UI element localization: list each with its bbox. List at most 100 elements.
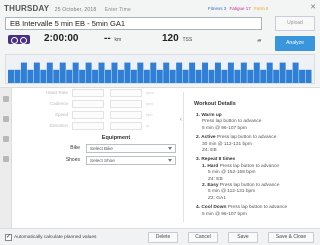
upload-button[interactable]: Upload <box>275 16 315 31</box>
step-title: 2. Active <box>196 135 216 141</box>
workout-bar <box>279 62 286 83</box>
metric-row-heart-rate: Heart Rate bpm <box>40 89 180 99</box>
metric-label: Cadence <box>49 101 68 106</box>
footer-bar: Automatically calculate planned values D… <box>0 228 320 245</box>
tss-field[interactable]: 120 TSS <box>162 33 192 44</box>
workout-bar <box>189 62 196 83</box>
tag-tab-icon[interactable] <box>3 156 9 162</box>
workout-bar <box>169 69 176 83</box>
workout-bar <box>176 62 183 83</box>
workout-bar <box>27 69 34 83</box>
save-button[interactable]: Save <box>228 232 258 243</box>
metric-row-elevation: Elevation m <box>40 122 180 132</box>
metric-row-cadence: Cadence rpm <box>40 100 180 110</box>
workout-bar <box>98 62 105 83</box>
workout-bar <box>8 69 14 83</box>
workout-bar <box>286 69 293 83</box>
comments-tab-icon[interactable] <box>3 116 9 122</box>
form-value: Form 0 <box>254 6 269 11</box>
workout-bar <box>208 69 215 83</box>
workout-title-input[interactable]: EB Intervalle 5 min EB - 5min GA1 <box>5 17 262 30</box>
comment-icon[interactable]: ▰ <box>257 37 262 44</box>
tss-value: 120 <box>162 33 179 44</box>
metric-completed-input[interactable] <box>110 89 142 97</box>
workout-bar <box>163 62 170 83</box>
chevron-down-icon <box>168 159 172 162</box>
workout-bar <box>46 62 53 83</box>
panel-divider[interactable] <box>183 92 184 222</box>
chevron-down-icon <box>168 147 172 150</box>
metric-unit: bpm <box>146 90 154 95</box>
metric-completed-input[interactable] <box>110 100 142 108</box>
close-icon[interactable]: ✕ <box>310 3 316 11</box>
metric-completed-input[interactable] <box>110 111 142 119</box>
auto-calc-label: Automatically calculate planned values <box>14 235 97 240</box>
distance-field[interactable]: -- km <box>104 33 121 44</box>
workout-bar <box>33 62 40 83</box>
save-close-button[interactable]: Save & Close <box>268 232 314 243</box>
step-line: Z4: EB <box>202 148 217 154</box>
workout-bar <box>156 69 163 83</box>
duration-value[interactable]: 2:00:00 <box>44 33 78 44</box>
workout-bar <box>247 69 254 83</box>
metric-planned-input[interactable] <box>72 111 104 119</box>
workout-bar <box>299 69 306 83</box>
bike-label: Bike <box>70 145 80 151</box>
metric-row-speed: Speed kph <box>40 111 180 121</box>
auto-calc-checkbox[interactable] <box>5 233 12 241</box>
substep-title: 1. Hard <box>202 163 219 169</box>
workout-bar <box>53 69 60 83</box>
workout-bar <box>111 62 118 83</box>
workout-bar <box>234 69 241 83</box>
tss-unit: TSS <box>182 37 193 43</box>
metric-unit: rpm <box>146 101 153 106</box>
workout-bar <box>221 69 228 83</box>
metric-unit: kph <box>146 112 153 117</box>
workout-bar <box>253 62 260 83</box>
analyze-button[interactable]: Analyze <box>275 36 315 51</box>
shoes-label: Shoes <box>65 157 80 163</box>
enter-time-link[interactable]: Enter Time <box>105 7 131 13</box>
step-line: 5 min @ 96-107 bpm <box>202 125 247 131</box>
metric-completed-input[interactable] <box>110 122 142 130</box>
metric-label: Elevation <box>49 123 68 128</box>
substep-note: Press lap button to advance <box>219 183 280 189</box>
metric-unit: m <box>146 123 150 128</box>
metric-planned-input[interactable] <box>72 122 104 130</box>
workout-bar <box>137 62 144 83</box>
summary-tab-icon[interactable] <box>3 96 9 102</box>
bike-select[interactable]: Select Bike <box>86 144 176 153</box>
metric-label: Heart Rate <box>46 90 68 95</box>
bike-select-value: Select Bike <box>90 146 113 151</box>
workout-bar <box>182 69 189 83</box>
workout-bar <box>92 69 99 83</box>
fitness-metrics: Fitness 3 Fatigue 17 Form 0 <box>208 6 270 11</box>
workout-header: THURSDAY 25 October, 2018 Enter Time Fit… <box>0 0 320 88</box>
workout-bar <box>150 62 157 83</box>
workout-bar <box>105 69 111 83</box>
step-note: Press lap button to advance <box>216 135 277 141</box>
fatigue-value: Fatigue 17 <box>229 6 251 11</box>
shoes-select[interactable]: Select Shoe <box>86 156 176 165</box>
substep-note: Press lap button to advance <box>219 163 280 169</box>
workout-bar <box>266 62 273 83</box>
step-active: 2. Active Press lap button to advance 30… <box>196 135 314 154</box>
workout-bar <box>202 62 209 83</box>
heart-tab-icon[interactable] <box>3 136 9 142</box>
step-title: 4. Cool Down <box>196 205 227 211</box>
workout-bar <box>117 69 124 83</box>
workout-steps: 1. Warm up Press lap button to advance 5… <box>196 113 314 221</box>
metric-planned-input[interactable] <box>72 89 104 97</box>
bike-icon[interactable] <box>8 35 30 44</box>
equipment-header: Equipment <box>101 135 131 141</box>
cancel-button[interactable]: Cancel <box>188 232 218 243</box>
metric-label: Speed <box>54 112 68 117</box>
step-cool-down: 4. Cool Down Press lap button to advance… <box>196 205 314 218</box>
drag-handle-icon[interactable]: ‹ <box>180 117 182 123</box>
delete-button[interactable]: Delete <box>148 232 178 243</box>
workout-bar <box>260 69 267 83</box>
workout-bar <box>214 62 221 83</box>
metric-planned-input[interactable] <box>72 100 104 108</box>
distance-value: -- <box>104 33 111 44</box>
workout-bar <box>79 69 86 83</box>
